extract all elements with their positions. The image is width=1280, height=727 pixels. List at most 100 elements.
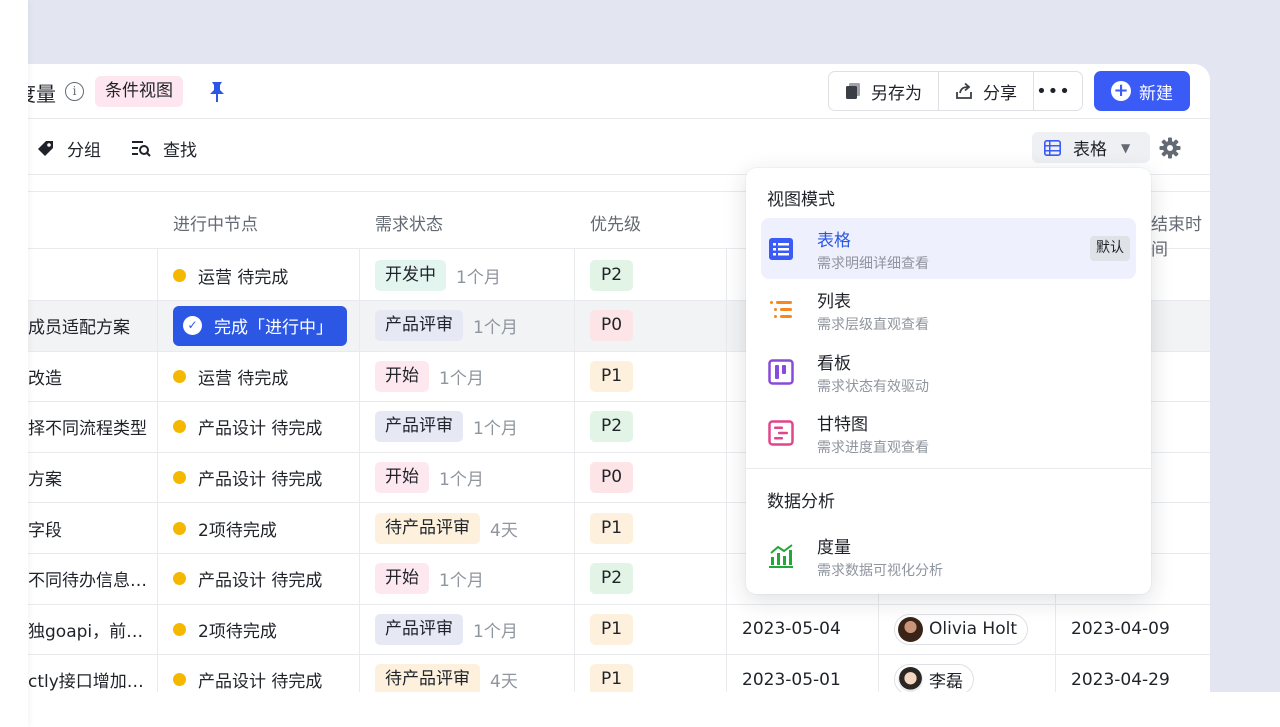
status-badge: 开始 (375, 563, 429, 595)
cell-owner[interactable]: Olivia Holt (894, 604, 1029, 654)
node-label: 完成「进行中」 (214, 318, 333, 339)
save-as-button[interactable]: 另存为 (829, 72, 938, 110)
column-header-priority[interactable]: 优先级 (590, 210, 641, 235)
table-row[interactable]: 独goapi，前… 2项待完成 产品评审 1个月 P1 2023-05-04 Olivia … (28, 604, 1210, 656)
cell-node[interactable]: 产品设计 待完成 (173, 655, 322, 692)
cell-title[interactable]: ctly接口增加… (28, 655, 144, 692)
cell-start-date[interactable]: 2023-05-04 (742, 604, 841, 654)
share-icon (956, 82, 972, 99)
group-button[interactable]: 分组 (36, 136, 101, 161)
cell-node[interactable]: ✓ 完成「进行中」 (173, 301, 347, 351)
duration-text: 1个月 (473, 419, 518, 440)
cell-title[interactable]: 改造 (28, 351, 62, 401)
left-sidebar-edge (0, 0, 28, 727)
cell-priority[interactable]: P2 (590, 554, 634, 604)
find-button[interactable]: 查找 (132, 136, 197, 161)
more-button[interactable]: ••• (1033, 72, 1073, 110)
cell-title[interactable]: 独goapi，前… (28, 604, 143, 654)
cell-node[interactable]: 产品设计 待完成 (173, 554, 322, 604)
bottom-area (0, 692, 1280, 727)
cell-status[interactable]: 开始 1个月 (375, 452, 484, 502)
gear-icon[interactable] (1159, 137, 1181, 159)
cell-status[interactable]: 开始 1个月 (375, 351, 484, 401)
menu-item-desc: 需求状态有效驱动 (817, 379, 929, 395)
cell-title[interactable]: 成员适配方案 (28, 301, 130, 351)
default-badge: 默认 (1090, 236, 1130, 261)
priority-badge: P1 (590, 360, 634, 392)
cell-node[interactable]: 2项待完成 (173, 503, 277, 553)
cell-title[interactable]: 择不同流程类型 (28, 402, 147, 452)
save-as-label: 另存为 (871, 83, 922, 104)
complete-node-button[interactable]: ✓ 完成「进行中」 (173, 305, 347, 346)
pin-icon[interactable] (208, 81, 226, 103)
menu-item-gantt[interactable]: 甘特图 需求进度直观查看 (761, 402, 1136, 463)
column-header-node[interactable]: 进行中节点 (173, 210, 258, 235)
cell-node[interactable]: 产品设计 待完成 (173, 402, 322, 452)
status-dot-icon (173, 369, 186, 383)
cell-priority[interactable]: P2 (590, 250, 634, 300)
owner-chip[interactable]: Olivia Holt (894, 613, 1029, 645)
new-button[interactable]: + 新建 (1094, 71, 1190, 111)
cell-start-date[interactable]: 2023-05-01 (742, 655, 841, 692)
menu-item-label: 度量 (817, 538, 851, 558)
duration-text: 1个月 (439, 469, 484, 490)
cell-status[interactable]: 产品评审 1个月 (375, 402, 518, 452)
menu-item-list[interactable]: 列表 需求层级直观查看 (761, 279, 1136, 340)
node-label: 产品设计 待完成 (198, 419, 323, 440)
cell-title[interactable]: 方案 (28, 452, 62, 502)
cell-priority[interactable]: P1 (590, 604, 634, 654)
info-icon[interactable]: i (65, 82, 84, 101)
cell-priority[interactable]: P1 (590, 503, 634, 553)
status-dot-icon (173, 521, 186, 535)
cell-node[interactable]: 2项待完成 (173, 604, 277, 654)
cell-node[interactable]: 运营 待完成 (173, 250, 288, 300)
duration-text: 1个月 (473, 318, 518, 339)
cell-status[interactable]: 开始 1个月 (375, 554, 484, 604)
cell-status[interactable]: 产品评审 1个月 (375, 301, 518, 351)
section-data-analysis: 数据分析 (767, 492, 835, 512)
cell-title[interactable]: 字段 (28, 503, 62, 553)
node-label: 产品设计 待完成 (198, 469, 323, 490)
node-label: 运营 待完成 (198, 368, 289, 389)
status-dot-icon (173, 268, 186, 282)
view-chip[interactable]: 条件视图 (95, 76, 183, 107)
cell-priority[interactable]: P2 (590, 402, 634, 452)
cell-node[interactable]: 运营 待完成 (173, 351, 288, 401)
status-badge: 开发中 (375, 259, 446, 291)
node-label: 2项待完成 (198, 621, 277, 642)
gantt-icon (768, 420, 794, 446)
cell-status[interactable]: 开发中 1个月 (375, 250, 501, 300)
cell-priority[interactable]: P1 (590, 655, 634, 692)
column-header-status[interactable]: 需求状态 (375, 210, 443, 235)
status-dot-icon (173, 673, 186, 687)
cell-status[interactable]: 待产品评审 4天 (375, 655, 518, 692)
cell-priority[interactable]: P0 (590, 301, 634, 351)
menu-item-metrics[interactable]: 度量 需求数据可视化分析 (761, 525, 1136, 586)
node-label: 2项待完成 (198, 520, 277, 541)
view-mode-select[interactable]: 表格 ▼ (1032, 132, 1150, 163)
cell-end-date[interactable]: 2023-04-29 (1071, 655, 1170, 692)
check-icon: ✓ (183, 316, 202, 336)
section-view-mode: 视图模式 (767, 190, 835, 210)
cell-end-date[interactable]: 2023-04-09 (1071, 604, 1170, 654)
menu-item-table[interactable]: 表格 需求明细详细查看 默认 (761, 218, 1136, 279)
cell-title[interactable]: 不同待办信息… (28, 554, 147, 604)
table-row[interactable]: ctly接口增加… 产品设计 待完成 待产品评审 4天 P1 2023-05-01 李磊 20… (28, 655, 1210, 692)
share-button[interactable]: 分享 (938, 72, 1033, 110)
share-label: 分享 (983, 83, 1017, 104)
cell-priority[interactable]: P1 (590, 351, 634, 401)
cell-owner[interactable]: 李磊 (894, 655, 974, 692)
priority-badge: P1 (590, 613, 634, 645)
menu-item-kanban[interactable]: 看板 需求状态有效驱动 (761, 341, 1136, 402)
owner-chip[interactable]: 李磊 (894, 664, 974, 692)
status-badge: 待产品评审 (375, 512, 480, 544)
cell-status[interactable]: 产品评审 1个月 (375, 604, 518, 654)
view-header: 度量 i 条件视图 另存为 分享 ••• + 新建 (28, 64, 1210, 119)
cell-node[interactable]: 产品设计 待完成 (173, 452, 322, 502)
cell-status[interactable]: 待产品评审 4天 (375, 503, 518, 553)
page-title: 度量 (28, 82, 56, 106)
status-badge: 开始 (375, 360, 429, 392)
cell-priority[interactable]: P0 (590, 452, 634, 502)
status-badge: 产品评审 (375, 613, 463, 645)
list-icon (770, 301, 792, 318)
